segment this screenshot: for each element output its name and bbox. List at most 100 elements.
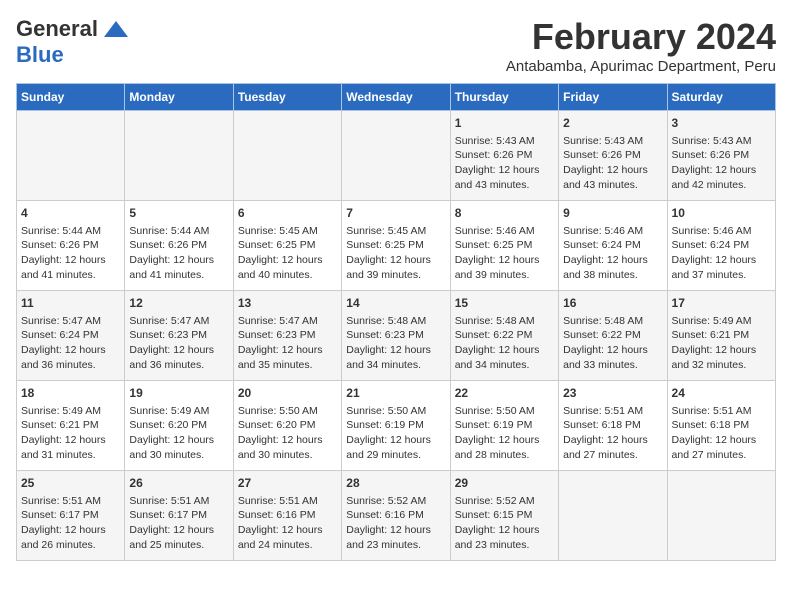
day-content-line: Sunset: 6:20 PM — [129, 418, 228, 433]
day-content-line: Sunrise: 5:45 AM — [346, 224, 445, 239]
day-content-line: and 34 minutes. — [455, 358, 554, 373]
day-content-line: Sunset: 6:25 PM — [455, 238, 554, 253]
day-content-line: Daylight: 12 hours — [563, 343, 662, 358]
calendar-cell: 10Sunrise: 5:46 AMSunset: 6:24 PMDayligh… — [667, 201, 775, 291]
calendar-cell: 11Sunrise: 5:47 AMSunset: 6:24 PMDayligh… — [17, 291, 125, 381]
day-content-line: Daylight: 12 hours — [672, 343, 771, 358]
calendar-header-row: SundayMondayTuesdayWednesdayThursdayFrid… — [17, 84, 776, 111]
day-content-line: Daylight: 12 hours — [21, 433, 120, 448]
calendar-cell: 8 Sunrise: 5:46 AMSunset: 6:25 PMDaylight… — [450, 201, 558, 291]
day-content-line: Daylight: 12 hours — [346, 253, 445, 268]
day-content-line: Sunrise: 5:46 AM — [455, 224, 554, 239]
day-number: 8 — [455, 205, 554, 222]
calendar-cell: 25Sunrise: 5:51 AMSunset: 6:17 PMDayligh… — [17, 471, 125, 561]
day-content-line: and 34 minutes. — [346, 358, 445, 373]
day-number: 19 — [129, 385, 228, 402]
day-content-line: Daylight: 12 hours — [238, 253, 337, 268]
day-content-line: and 33 minutes. — [563, 358, 662, 373]
weekday-header: Tuesday — [233, 84, 341, 111]
day-content-line: Sunrise: 5:51 AM — [238, 494, 337, 509]
calendar-week-row: 1Sunrise: 5:43 AMSunset: 6:26 PMDaylight… — [17, 111, 776, 201]
day-content-line: Sunrise: 5:51 AM — [21, 494, 120, 509]
calendar-cell: 5Sunrise: 5:44 AMSunset: 6:26 PMDaylight… — [125, 201, 233, 291]
day-content-line: Sunset: 6:21 PM — [672, 328, 771, 343]
day-content-line: Daylight: 12 hours — [346, 433, 445, 448]
day-content-line: and 35 minutes. — [238, 358, 337, 373]
day-content-line: and 26 minutes. — [21, 538, 120, 553]
calendar-cell: 6Sunrise: 5:45 AMSunset: 6:25 PMDaylight… — [233, 201, 341, 291]
day-content-line: Sunset: 6:24 PM — [672, 238, 771, 253]
calendar-cell: 3Sunrise: 5:43 AMSunset: 6:26 PMDaylight… — [667, 111, 775, 201]
calendar-week-row: 11Sunrise: 5:47 AMSunset: 6:24 PMDayligh… — [17, 291, 776, 381]
calendar-cell — [559, 471, 667, 561]
day-content-line: Daylight: 12 hours — [346, 343, 445, 358]
day-number: 24 — [672, 385, 771, 402]
day-content-line: Daylight: 12 hours — [129, 253, 228, 268]
day-content-line: and 23 minutes. — [455, 538, 554, 553]
day-number: 26 — [129, 475, 228, 492]
day-number: 16 — [563, 295, 662, 312]
day-content-line: Sunrise: 5:43 AM — [455, 134, 554, 149]
calendar-cell: 14Sunrise: 5:48 AMSunset: 6:23 PMDayligh… — [342, 291, 450, 381]
day-content-line: Sunrise: 5:45 AM — [238, 224, 337, 239]
day-content-line: Sunset: 6:24 PM — [21, 328, 120, 343]
day-content-line: Sunset: 6:23 PM — [238, 328, 337, 343]
calendar-cell: 20Sunrise: 5:50 AMSunset: 6:20 PMDayligh… — [233, 381, 341, 471]
calendar-cell: 16Sunrise: 5:48 AMSunset: 6:22 PMDayligh… — [559, 291, 667, 381]
day-content-line: Sunset: 6:25 PM — [238, 238, 337, 253]
day-content-line: Daylight: 12 hours — [129, 433, 228, 448]
day-number: 23 — [563, 385, 662, 402]
day-content-line: Sunset: 6:16 PM — [238, 508, 337, 523]
calendar-table: SundayMondayTuesdayWednesdayThursdayFrid… — [16, 83, 776, 561]
day-content-line: and 30 minutes. — [238, 448, 337, 463]
day-number: 1 — [455, 115, 554, 132]
day-content-line: Sunset: 6:20 PM — [238, 418, 337, 433]
day-number: 14 — [346, 295, 445, 312]
day-content-line: Sunrise: 5:52 AM — [346, 494, 445, 509]
calendar-cell — [125, 111, 233, 201]
day-content-line: and 32 minutes. — [672, 358, 771, 373]
day-number: 2 — [563, 115, 662, 132]
day-content-line: Sunset: 6:26 PM — [672, 148, 771, 163]
day-content-line: Sunrise: 5:48 AM — [346, 314, 445, 329]
day-content-line: Sunrise: 5:47 AM — [21, 314, 120, 329]
day-content-line: Sunrise: 5:50 AM — [238, 404, 337, 419]
day-number: 9 — [563, 205, 662, 222]
day-content-line: and 37 minutes. — [672, 268, 771, 283]
day-content-line: Daylight: 12 hours — [563, 253, 662, 268]
day-content-line: Sunrise: 5:50 AM — [346, 404, 445, 419]
day-content-line: Daylight: 12 hours — [455, 253, 554, 268]
title-block: February 2024 Antabamba, Apurimac Depart… — [506, 16, 776, 75]
day-content-line: Sunrise: 5:43 AM — [563, 134, 662, 149]
day-content-line: Sunset: 6:23 PM — [129, 328, 228, 343]
calendar-week-row: 4Sunrise: 5:44 AMSunset: 6:26 PMDaylight… — [17, 201, 776, 291]
calendar-cell — [233, 111, 341, 201]
day-content-line: and 43 minutes. — [563, 178, 662, 193]
day-content-line: and 42 minutes. — [672, 178, 771, 193]
calendar-cell: 27Sunrise: 5:51 AMSunset: 6:16 PMDayligh… — [233, 471, 341, 561]
calendar-cell — [667, 471, 775, 561]
day-content-line: Daylight: 12 hours — [238, 523, 337, 538]
day-content-line: Sunrise: 5:52 AM — [455, 494, 554, 509]
day-content-line: Daylight: 12 hours — [129, 343, 228, 358]
calendar-cell — [342, 111, 450, 201]
day-content-line: Sunrise: 5:47 AM — [238, 314, 337, 329]
calendar-cell: 26Sunrise: 5:51 AMSunset: 6:17 PMDayligh… — [125, 471, 233, 561]
day-content-line: Sunset: 6:18 PM — [672, 418, 771, 433]
day-content-line: Sunrise: 5:48 AM — [563, 314, 662, 329]
day-content-line: Sunset: 6:16 PM — [346, 508, 445, 523]
day-number: 11 — [21, 295, 120, 312]
day-content-line: Sunset: 6:17 PM — [21, 508, 120, 523]
day-content-line: Sunset: 6:24 PM — [563, 238, 662, 253]
day-content-line: and 28 minutes. — [455, 448, 554, 463]
calendar-cell: 4Sunrise: 5:44 AMSunset: 6:26 PMDaylight… — [17, 201, 125, 291]
day-content-line: Sunset: 6:26 PM — [129, 238, 228, 253]
day-content-line: Daylight: 12 hours — [455, 523, 554, 538]
calendar-cell: 22Sunrise: 5:50 AMSunset: 6:19 PMDayligh… — [450, 381, 558, 471]
calendar-week-row: 25Sunrise: 5:51 AMSunset: 6:17 PMDayligh… — [17, 471, 776, 561]
day-content-line: and 39 minutes. — [455, 268, 554, 283]
calendar-cell: 7Sunrise: 5:45 AMSunset: 6:25 PMDaylight… — [342, 201, 450, 291]
day-content-line: Sunset: 6:15 PM — [455, 508, 554, 523]
calendar-cell: 19Sunrise: 5:49 AMSunset: 6:20 PMDayligh… — [125, 381, 233, 471]
day-number: 20 — [238, 385, 337, 402]
